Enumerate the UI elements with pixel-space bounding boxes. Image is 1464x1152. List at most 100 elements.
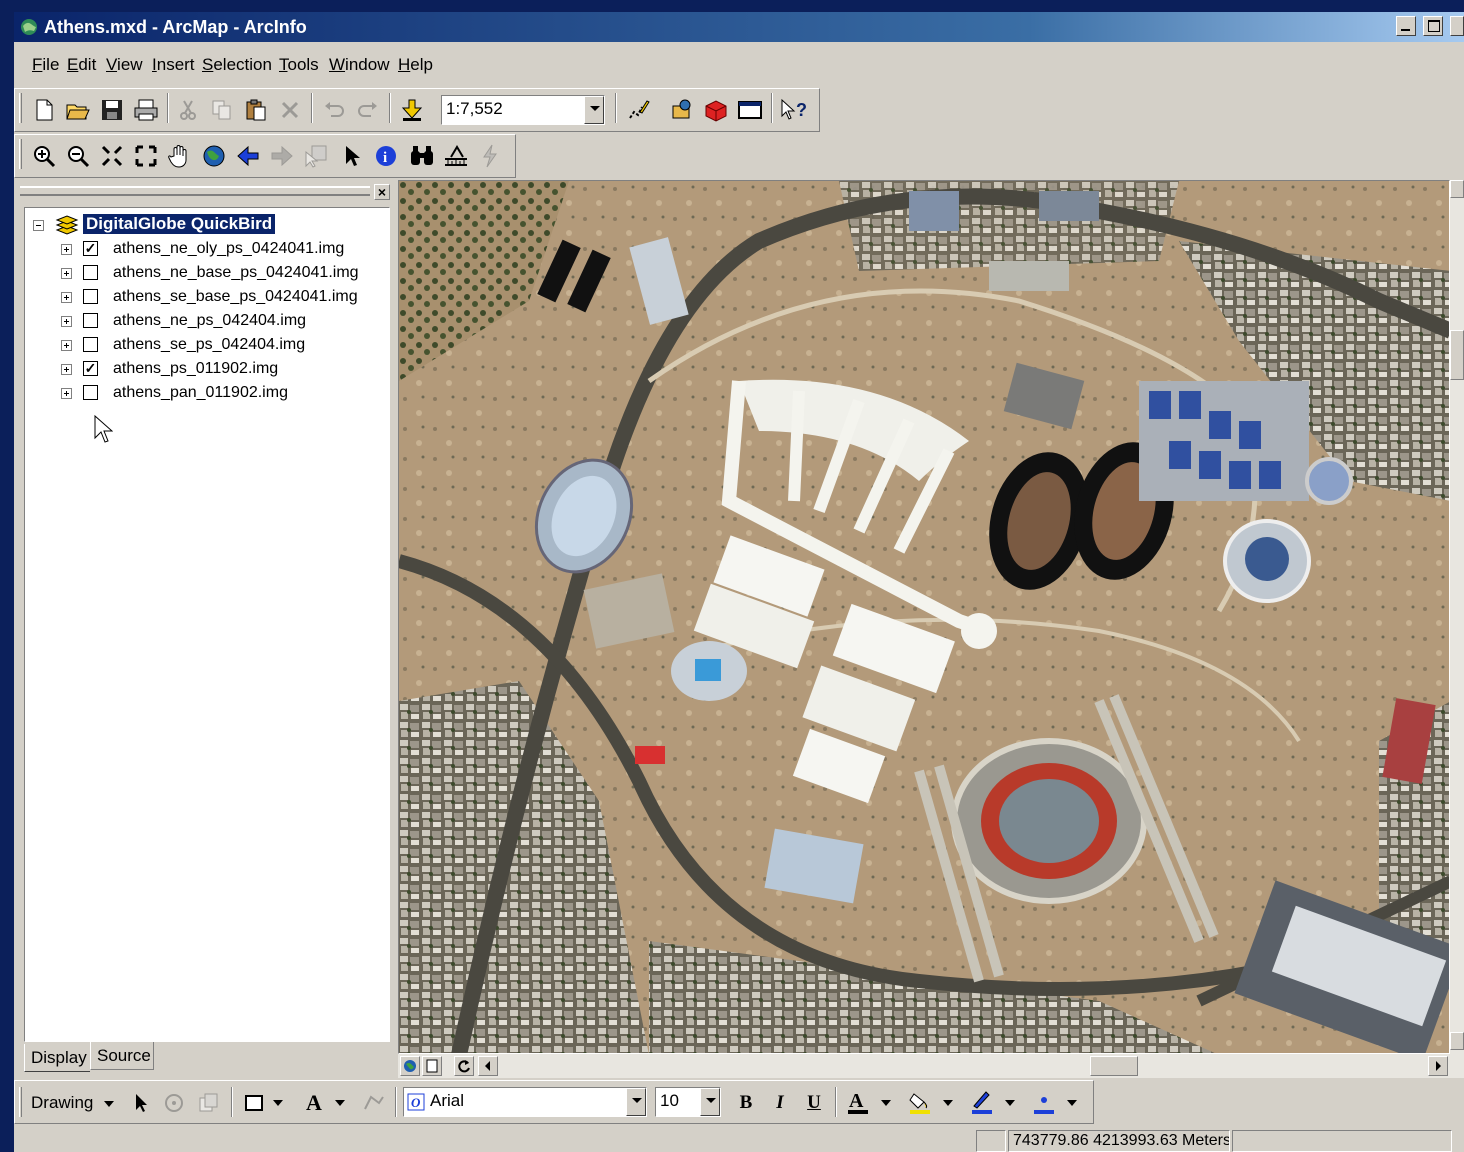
layout-view-button[interactable] bbox=[422, 1056, 442, 1076]
chevron-down-icon[interactable] bbox=[943, 1100, 953, 1106]
expand-icon[interactable] bbox=[61, 316, 72, 327]
toc-close-button[interactable]: × bbox=[374, 184, 390, 200]
scroll-left-button[interactable] bbox=[478, 1056, 498, 1076]
chevron-down-icon[interactable] bbox=[1005, 1100, 1015, 1106]
find-binoculars-icon[interactable] bbox=[407, 138, 437, 174]
font-color-icon[interactable]: A bbox=[843, 1085, 873, 1121]
save-icon[interactable] bbox=[97, 92, 127, 128]
font-size-combo[interactable]: 10 bbox=[655, 1087, 721, 1117]
chevron-down-icon[interactable] bbox=[881, 1100, 891, 1106]
italic-button[interactable]: I bbox=[765, 1085, 795, 1121]
fixed-zoom-out-icon[interactable] bbox=[131, 138, 161, 174]
back-arrow-icon[interactable] bbox=[233, 138, 263, 174]
menu-help[interactable]: Help bbox=[398, 55, 433, 75]
zoom-whole-page-icon[interactable] bbox=[193, 1085, 223, 1121]
layer-visibility-checkbox[interactable] bbox=[83, 313, 98, 328]
layer-visibility-checkbox[interactable] bbox=[83, 265, 98, 280]
menu-tools[interactable]: Tools bbox=[279, 55, 319, 75]
editor-icon[interactable] bbox=[623, 92, 653, 128]
line-color-icon[interactable] bbox=[967, 1085, 997, 1121]
open-folder-icon[interactable] bbox=[63, 92, 93, 128]
collapse-icon[interactable] bbox=[33, 220, 44, 231]
zoom-out-icon[interactable] bbox=[63, 138, 93, 174]
paste-icon[interactable] bbox=[241, 92, 271, 128]
cut-icon[interactable] bbox=[173, 92, 203, 128]
marker-color-icon[interactable] bbox=[1029, 1085, 1059, 1121]
chevron-down-icon[interactable] bbox=[335, 1100, 345, 1106]
map-display[interactable] bbox=[398, 180, 1450, 1054]
full-extent-globe-icon[interactable] bbox=[199, 138, 229, 174]
expand-icon[interactable] bbox=[61, 388, 72, 399]
scroll-right-button[interactable] bbox=[1428, 1056, 1448, 1076]
data-view-button[interactable] bbox=[400, 1056, 420, 1076]
title-bar[interactable]: Athens.mxd - ArcMap - ArcInfo bbox=[14, 12, 1464, 42]
expand-icon[interactable] bbox=[61, 268, 72, 279]
print-icon[interactable] bbox=[131, 92, 161, 128]
text-tool-icon[interactable]: A bbox=[299, 1085, 329, 1121]
expand-icon[interactable] bbox=[61, 244, 72, 255]
layer-visibility-checkbox[interactable] bbox=[83, 337, 98, 352]
scroll-down-button[interactable] bbox=[1450, 1032, 1464, 1050]
delete-icon[interactable] bbox=[275, 92, 305, 128]
menu-view[interactable]: View bbox=[106, 55, 143, 75]
chevron-down-icon[interactable] bbox=[1067, 1100, 1077, 1106]
identify-icon[interactable]: i bbox=[371, 138, 401, 174]
zoom-in-icon[interactable] bbox=[29, 138, 59, 174]
scale-combo[interactable]: 1:7,552 bbox=[441, 95, 605, 125]
map-vertical-scrollbar[interactable] bbox=[1450, 180, 1464, 1054]
bold-button[interactable]: B bbox=[731, 1085, 761, 1121]
menu-file[interactable]: File bbox=[32, 55, 59, 75]
pan-hand-icon[interactable] bbox=[165, 138, 195, 174]
new-document-icon[interactable] bbox=[29, 92, 59, 128]
copy-icon[interactable] bbox=[207, 92, 237, 128]
rectangle-icon[interactable] bbox=[239, 1085, 269, 1121]
expand-icon[interactable] bbox=[61, 292, 72, 303]
horizontal-scroll-thumb[interactable] bbox=[1090, 1056, 1138, 1076]
toc-grip[interactable] bbox=[20, 186, 370, 196]
chevron-down-icon[interactable] bbox=[273, 1100, 283, 1106]
drawing-menu[interactable]: Drawing bbox=[31, 1093, 115, 1113]
fixed-zoom-in-icon[interactable] bbox=[97, 138, 127, 174]
hyperlink-icon[interactable] bbox=[475, 138, 505, 174]
layer-visibility-checkbox[interactable]: ✓ bbox=[83, 241, 98, 256]
redo-icon[interactable] bbox=[353, 92, 383, 128]
menu-edit[interactable]: Edit bbox=[67, 55, 96, 75]
expand-icon[interactable] bbox=[61, 340, 72, 351]
font-combo[interactable]: O Arial bbox=[403, 1087, 647, 1117]
layer-visibility-checkbox[interactable] bbox=[83, 385, 98, 400]
chevron-down-icon[interactable] bbox=[584, 96, 604, 124]
minimize-button[interactable] bbox=[1395, 16, 1416, 36]
tab-display[interactable]: Display bbox=[24, 1044, 90, 1072]
expand-icon[interactable] bbox=[61, 364, 72, 375]
arctoolbox-icon[interactable] bbox=[667, 92, 697, 128]
select-elements-icon[interactable] bbox=[337, 138, 367, 174]
chevron-down-icon[interactable] bbox=[626, 1088, 646, 1116]
close-button[interactable] bbox=[1450, 16, 1464, 36]
vertical-scroll-thumb[interactable] bbox=[1450, 330, 1464, 380]
underline-button[interactable]: U bbox=[799, 1085, 829, 1121]
menu-window[interactable]: Window bbox=[329, 55, 389, 75]
svg-text:?: ? bbox=[796, 100, 807, 120]
layer-visibility-checkbox[interactable]: ✓ bbox=[83, 361, 98, 376]
refresh-button[interactable] bbox=[454, 1056, 474, 1076]
menu-selection[interactable]: Selection bbox=[202, 55, 272, 75]
scroll-up-button[interactable] bbox=[1450, 180, 1464, 198]
layer-visibility-checkbox[interactable] bbox=[83, 289, 98, 304]
menu-insert[interactable]: Insert bbox=[152, 55, 195, 75]
arccatalog-icon[interactable] bbox=[701, 92, 731, 128]
map-horizontal-scrollbar[interactable] bbox=[398, 1054, 1464, 1078]
maximize-button[interactable] bbox=[1422, 16, 1443, 36]
chevron-down-icon[interactable] bbox=[700, 1088, 720, 1116]
command-line-icon[interactable] bbox=[735, 92, 765, 128]
whats-this-icon[interactable]: ? bbox=[779, 92, 809, 128]
select-elements-icon[interactable] bbox=[127, 1085, 157, 1121]
undo-icon[interactable] bbox=[319, 92, 349, 128]
rotate-icon[interactable] bbox=[159, 1085, 189, 1121]
fill-color-icon[interactable] bbox=[905, 1085, 935, 1121]
edit-vertices-icon[interactable] bbox=[359, 1085, 389, 1121]
measure-icon[interactable] bbox=[441, 138, 471, 174]
tab-source[interactable]: Source bbox=[90, 1042, 154, 1070]
forward-arrow-icon[interactable] bbox=[267, 138, 297, 174]
add-data-icon[interactable] bbox=[397, 92, 427, 128]
select-features-icon[interactable] bbox=[301, 138, 331, 174]
